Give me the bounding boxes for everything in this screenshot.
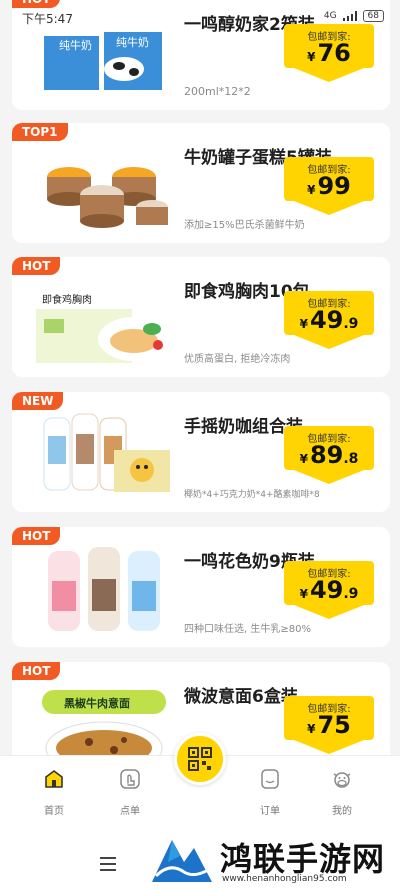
product-list: HOT 纯牛奶 纯牛奶 一鸣醇奶家2箱装 200ml*12*2 包邮到家: ¥7…	[0, 0, 400, 755]
pasta-pack-text: 黑椒牛肉意面	[64, 696, 130, 710]
home-icon	[45, 770, 63, 788]
currency-symbol: ¥	[299, 452, 308, 466]
currency-symbol: ¥	[307, 183, 316, 197]
tab-home-label: 首页	[44, 806, 64, 817]
badge-hot: HOT	[12, 0, 61, 8]
product-title: 微波意面6盒装	[184, 687, 298, 707]
price-value: ¥49.9	[284, 308, 374, 332]
price-value: ¥99	[284, 174, 374, 198]
currency-symbol: ¥	[307, 722, 316, 736]
tap-hand-icon	[120, 769, 140, 789]
order-list-icon	[261, 769, 279, 789]
product-subtitle: 椰奶*4+巧克力奶*4+酪素咖啡*8	[184, 490, 320, 500]
watermark-url: www.henanhonglian95.com	[222, 874, 347, 884]
price-decimal: .9	[343, 586, 359, 602]
qr-code-icon	[188, 747, 212, 771]
price-tag[interactable]: 包邮到家: ¥76	[284, 24, 374, 82]
price-value: ¥89.8	[284, 443, 374, 467]
price-integer: 99	[317, 172, 351, 200]
chicken-breast-image: 即食鸡胸肉	[36, 279, 170, 363]
tab-orders-label: 订单	[260, 806, 280, 817]
badge-top1: TOP1	[12, 123, 68, 141]
chicken-pack-text: 即食鸡胸肉	[42, 293, 92, 306]
milk-coffee-image	[43, 413, 170, 492]
product-subtitle: 四种口味任选, 生牛乳≥80%	[184, 624, 311, 635]
watermark: 鸿联手游网 www.henanhonglian95.com	[150, 832, 400, 889]
tab-mine-label: 我的	[332, 806, 352, 817]
product-card[interactable]: HOT 一鸣花色奶9瓶装 四种口味任选, 生牛乳≥80% 包邮到家: ¥49.9	[12, 527, 390, 647]
tab-order-food-label: 点单	[120, 806, 140, 817]
product-subtitle: 添加≥15%巴氏杀菌鲜牛奶	[184, 220, 305, 231]
currency-symbol: ¥	[299, 587, 308, 601]
milk-can-cake-image	[47, 167, 168, 228]
tab-order-food[interactable]: 点单	[100, 768, 160, 817]
milk-box-text-2: 纯牛奶	[116, 35, 149, 49]
price-tag[interactable]: 包邮到家: ¥89.8	[284, 426, 374, 484]
price-integer: 76	[317, 39, 351, 67]
price-value: ¥76	[284, 41, 374, 65]
price-integer: 75	[317, 711, 351, 739]
price-integer: 49	[309, 306, 344, 334]
tab-home[interactable]: 首页	[24, 768, 84, 817]
product-subtitle: 优质高蛋白, 拒绝冷冻肉	[184, 354, 291, 365]
price-decimal: .8	[343, 451, 359, 467]
price-value: ¥75	[284, 713, 374, 737]
watermark-logo	[152, 840, 212, 882]
scan-button[interactable]	[174, 733, 226, 785]
price-decimal: .9	[343, 316, 359, 332]
pasta-image: 黑椒牛肉意面	[42, 690, 166, 755]
product-subtitle: 200ml*12*2	[184, 85, 251, 98]
price-tag[interactable]: 包邮到家: ¥49.9	[284, 291, 374, 349]
product-card[interactable]: HOT 即食鸡胸肉 即食鸡胸肉10包 优质高蛋白, 拒绝冷冻肉 包邮到家: ¥4…	[12, 257, 390, 377]
product-card[interactable]: NEW 手摇奶咖组合装 椰奶*4+巧克力奶*4+酪素咖啡*8 包邮到家: ¥89…	[12, 392, 390, 512]
product-card[interactable]: HOT 纯牛奶 纯牛奶 一鸣醇奶家2箱装 200ml*12*2 包邮到家: ¥7…	[12, 0, 390, 110]
currency-symbol: ¥	[307, 50, 316, 64]
bottom-tab-bar: 首页 点单 订单 我的	[0, 733, 400, 825]
cow-profile-icon	[333, 772, 351, 788]
price-tag[interactable]: 包邮到家: ¥99	[284, 157, 374, 215]
milk-box-text: 纯牛奶	[59, 38, 92, 52]
price-integer: 89	[309, 441, 344, 469]
tab-mine[interactable]: 我的	[312, 768, 372, 817]
currency-symbol: ¥	[299, 317, 308, 331]
tab-orders[interactable]: 订单	[240, 768, 300, 817]
badge-hot: HOT	[12, 257, 61, 275]
flavored-milk-image	[48, 547, 160, 631]
product-card[interactable]: TOP1 牛奶罐子蛋糕5罐装 添加≥15%巴氏杀菌鲜牛奶 包邮到家: ¥99	[12, 123, 390, 243]
price-integer: 49	[309, 576, 344, 604]
menu-icon[interactable]	[100, 857, 116, 871]
badge-new: NEW	[12, 392, 64, 410]
badge-hot: HOT	[12, 662, 61, 680]
price-tag[interactable]: 包邮到家: ¥49.9	[284, 561, 374, 619]
badge-hot: HOT	[12, 527, 61, 545]
price-value: ¥49.9	[284, 578, 374, 602]
price-tag[interactable]: 包邮到家: ¥75	[284, 696, 374, 754]
milk-box-image: 纯牛奶 纯牛奶	[44, 14, 162, 90]
